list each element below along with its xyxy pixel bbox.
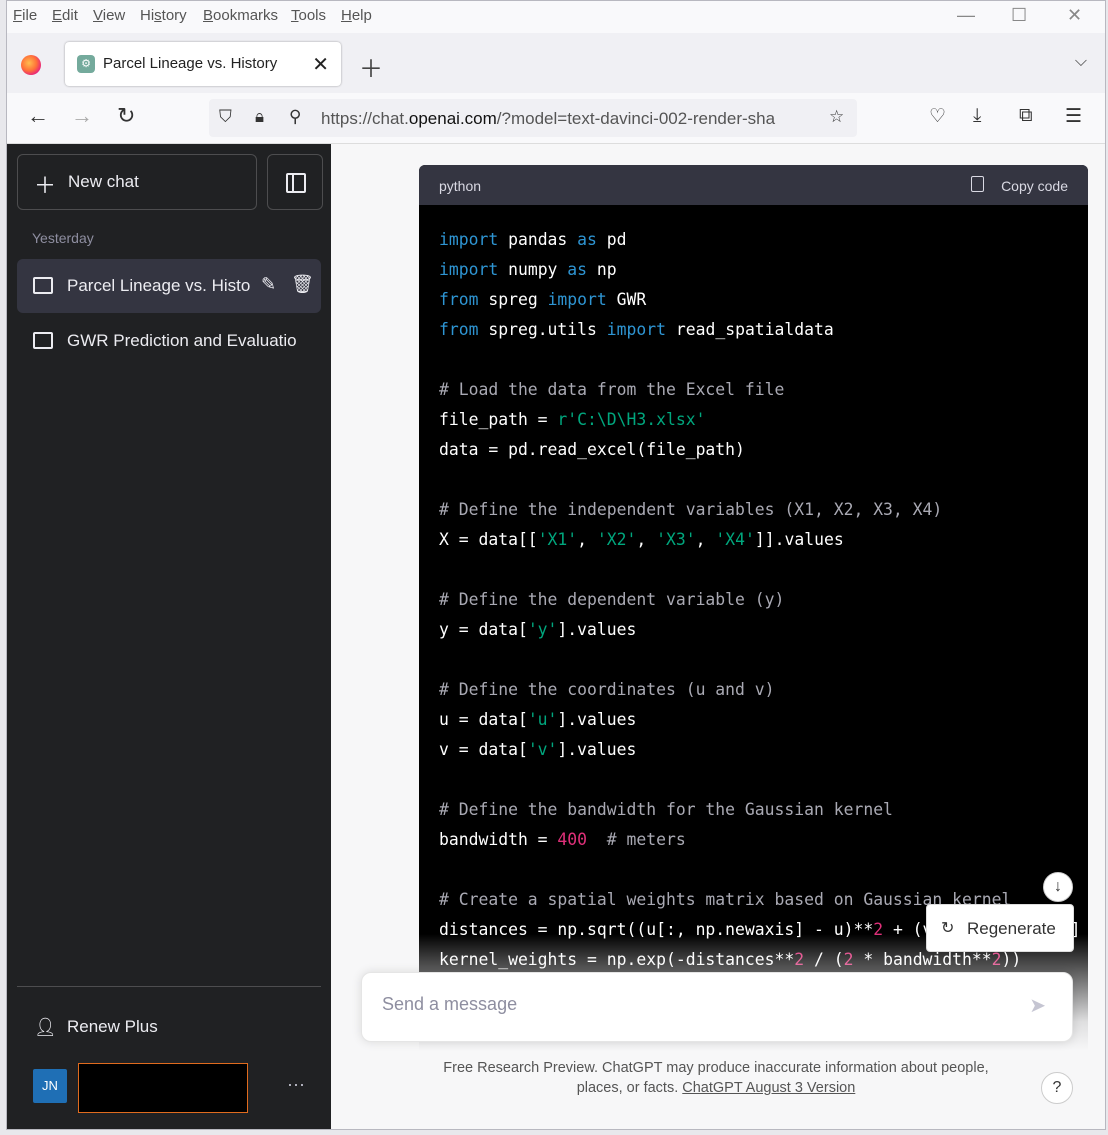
nav-bar: ← → ↻ ⛉ 🔒︎ ⚲ https://chat.openai.com/?mo… <box>7 93 1105 144</box>
sidebar-icon <box>286 173 306 193</box>
trash-icon[interactable]: 🗑︎ <box>291 274 314 295</box>
code-line: from spreg import GWR <box>439 290 647 309</box>
tab-close-icon[interactable]: ✕ <box>312 52 329 77</box>
code-line: # Define the dependent variable (y) <box>439 590 785 609</box>
pencil-icon[interactable]: ✎ <box>261 274 276 295</box>
code-line: # Load the data from the Excel file <box>439 380 785 399</box>
code-line: # Define the bandwidth for the Gaussian … <box>439 800 893 819</box>
code-line: X = data[['X1', 'X2', 'X3', 'X4']].value… <box>439 530 844 549</box>
menu-file[interactable]: File <box>13 7 37 24</box>
code-line: file_path = r'C:\D\H3.xlsx' <box>439 410 706 429</box>
menu-edit[interactable]: Edit <box>52 7 78 24</box>
sidebar: ＋ New chat Yesterday Parcel Lineage vs. … <box>7 144 331 1129</box>
extensions-icon[interactable]: ⧉ <box>1019 105 1033 127</box>
tab-title: Parcel Lineage vs. History <box>103 55 278 72</box>
back-icon[interactable]: ← <box>27 103 49 129</box>
plus-icon: ＋ <box>34 173 57 198</box>
menu-bar: File Edit View History Bookmarks Tools H… <box>7 1 1105 33</box>
close-window-icon[interactable]: ✕ <box>1067 5 1082 26</box>
code-line: bandwidth = 400 # meters <box>439 830 686 849</box>
send-icon[interactable]: ➤ <box>1029 993 1046 1018</box>
code-line: y = data['y'].values <box>439 620 637 639</box>
username-redacted[interactable] <box>78 1063 248 1113</box>
code-line: # Define the independent variables (X1, … <box>439 500 943 519</box>
regenerate-button[interactable]: ↻ Regenerate <box>926 904 1074 952</box>
code-line: import numpy as np <box>439 260 617 279</box>
address-bar[interactable]: ⛉ 🔒︎ ⚲ https://chat.openai.com/?model=te… <box>209 99 857 137</box>
sidebar-item-parcel-lineage[interactable]: Parcel Lineage vs. Histo ✎ 🗑︎ <box>17 259 321 313</box>
more-options-icon[interactable]: ··· <box>287 1074 305 1095</box>
toggle-sidebar-button[interactable] <box>267 154 323 210</box>
bookmark-star-icon[interactable]: ☆ <box>829 107 844 127</box>
menu-bookmarks[interactable]: Bookmarks <box>203 7 278 24</box>
new-chat-button[interactable]: ＋ New chat <box>17 154 257 210</box>
conversation-title: GWR Prediction and Evaluatio <box>67 331 297 350</box>
maximize-icon[interactable]: ☐ <box>1011 5 1027 26</box>
reload-icon[interactable]: ↻ <box>117 103 135 129</box>
refresh-icon: ↻ <box>941 920 955 937</box>
app-menu-icon[interactable]: ☰ <box>1065 105 1082 128</box>
footer-disclaimer: Free Research Preview. ChatGPT may produ… <box>421 1058 1011 1098</box>
tab-strip: ⚙ Parcel Lineage vs. History ✕ ＋ ⌵ <box>7 33 1105 93</box>
chat-bubble-icon <box>33 277 53 294</box>
tab-active[interactable]: ⚙ Parcel Lineage vs. History ✕ <box>65 42 341 86</box>
renew-plus-button[interactable]: 👤︎ Renew Plus <box>17 1002 321 1052</box>
new-chat-label: New chat <box>68 172 139 191</box>
forward-icon[interactable]: → <box>71 103 93 129</box>
list-all-tabs-icon[interactable]: ⌵ <box>1075 53 1087 71</box>
shield-icon[interactable]: ⛉ <box>219 107 232 127</box>
regenerate-label: Regenerate <box>967 919 1056 938</box>
code-line: v = data['v'].values <box>439 740 637 759</box>
code-line: u = data['u'].values <box>439 710 637 729</box>
new-tab-icon[interactable]: ＋ <box>359 49 383 84</box>
firefox-logo-icon[interactable] <box>21 55 41 75</box>
browser-window: File Edit View History Bookmarks Tools H… <box>6 0 1106 1130</box>
section-label-yesterday: Yesterday <box>32 230 94 246</box>
pocket-icon[interactable]: ♡ <box>929 105 946 128</box>
lock-icon[interactable]: 🔒︎ <box>255 107 264 127</box>
avatar[interactable]: JN <box>33 1069 67 1103</box>
code-line: from spreg.utils import read_spatialdata <box>439 320 834 339</box>
menu-view[interactable]: View <box>93 7 125 24</box>
minimize-icon[interactable]: — <box>957 5 975 26</box>
user-icon: 👤︎ <box>34 1017 57 1037</box>
chatgpt-favicon-icon: ⚙ <box>77 55 95 73</box>
menu-help[interactable]: Help <box>341 7 372 24</box>
clipboard-icon[interactable] <box>971 176 984 192</box>
renew-plus-label: Renew Plus <box>67 1017 158 1036</box>
message-input[interactable] <box>380 993 1004 1016</box>
menu-history[interactable]: History <box>140 7 187 24</box>
chat-bubble-icon <box>33 332 53 349</box>
message-composer: ➤ <box>361 972 1073 1042</box>
version-link[interactable]: ChatGPT August 3 Version <box>682 1080 855 1096</box>
code-content: import pandas as pd import numpy as np f… <box>439 225 1088 975</box>
divider <box>17 986 321 987</box>
url-text[interactable]: https://chat.openai.com/?model=text-davi… <box>321 109 775 129</box>
code-header: python Copy code <box>419 165 1088 205</box>
code-line: import pandas as pd <box>439 230 627 249</box>
main-chat: python Copy code import pandas as pd imp… <box>331 144 1105 1129</box>
copy-code-button[interactable]: Copy code <box>1001 178 1068 194</box>
help-button[interactable]: ? <box>1041 1072 1073 1104</box>
scroll-down-icon[interactable]: ↓ <box>1043 872 1073 902</box>
code-language: python <box>439 178 482 194</box>
downloads-icon[interactable]: ⤓ <box>973 105 981 127</box>
menu-tools[interactable]: Tools <box>291 7 326 24</box>
permissions-icon[interactable]: ⚲ <box>289 107 301 127</box>
sidebar-item-gwr-prediction[interactable]: GWR Prediction and Evaluatio <box>17 314 321 368</box>
code-line: # Define the coordinates (u and v) <box>439 680 775 699</box>
conversation-title: Parcel Lineage vs. Histo <box>67 276 251 295</box>
code-line: data = pd.read_excel(file_path) <box>439 440 745 459</box>
